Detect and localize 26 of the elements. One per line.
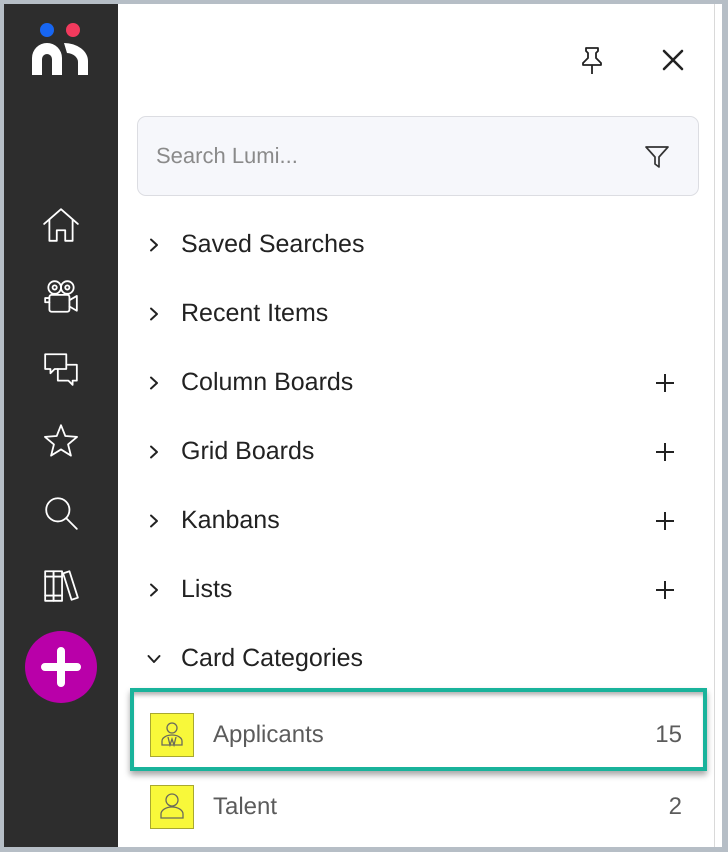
person-with-tie-icon [150, 712, 194, 756]
tree-item[interactable]: Saved Searches [147, 210, 675, 279]
home-icon[interactable] [42, 206, 80, 244]
plus-icon [41, 647, 81, 687]
tree-item[interactable]: Column Boards [147, 348, 675, 417]
filter-icon[interactable] [644, 143, 670, 169]
chevron-icon[interactable] [147, 238, 161, 252]
chevron-icon[interactable] [147, 376, 161, 390]
person-icon [150, 785, 194, 829]
tree-item[interactable]: Lists [147, 555, 675, 624]
add-icon[interactable] [655, 510, 675, 530]
search-field[interactable]: Search Lumi... [137, 116, 699, 196]
category-item[interactable]: Talent 2 [130, 771, 707, 843]
add-icon[interactable] [655, 580, 675, 600]
tree-item[interactable]: Kanbans [147, 486, 675, 555]
chevron-icon[interactable] [147, 514, 161, 528]
chevron-icon[interactable] [147, 306, 161, 320]
category-item[interactable]: Applicants 15 [130, 688, 707, 771]
add-icon[interactable] [655, 372, 675, 392]
chevron-icon[interactable] [147, 582, 161, 596]
tree-item[interactable]: Grid Boards [147, 417, 675, 486]
logo-icon [32, 23, 88, 75]
close-icon[interactable] [662, 49, 684, 71]
chevron-icon[interactable] [147, 444, 161, 458]
tree-item[interactable]: Recent Items [147, 279, 675, 348]
add-icon[interactable] [655, 442, 675, 462]
